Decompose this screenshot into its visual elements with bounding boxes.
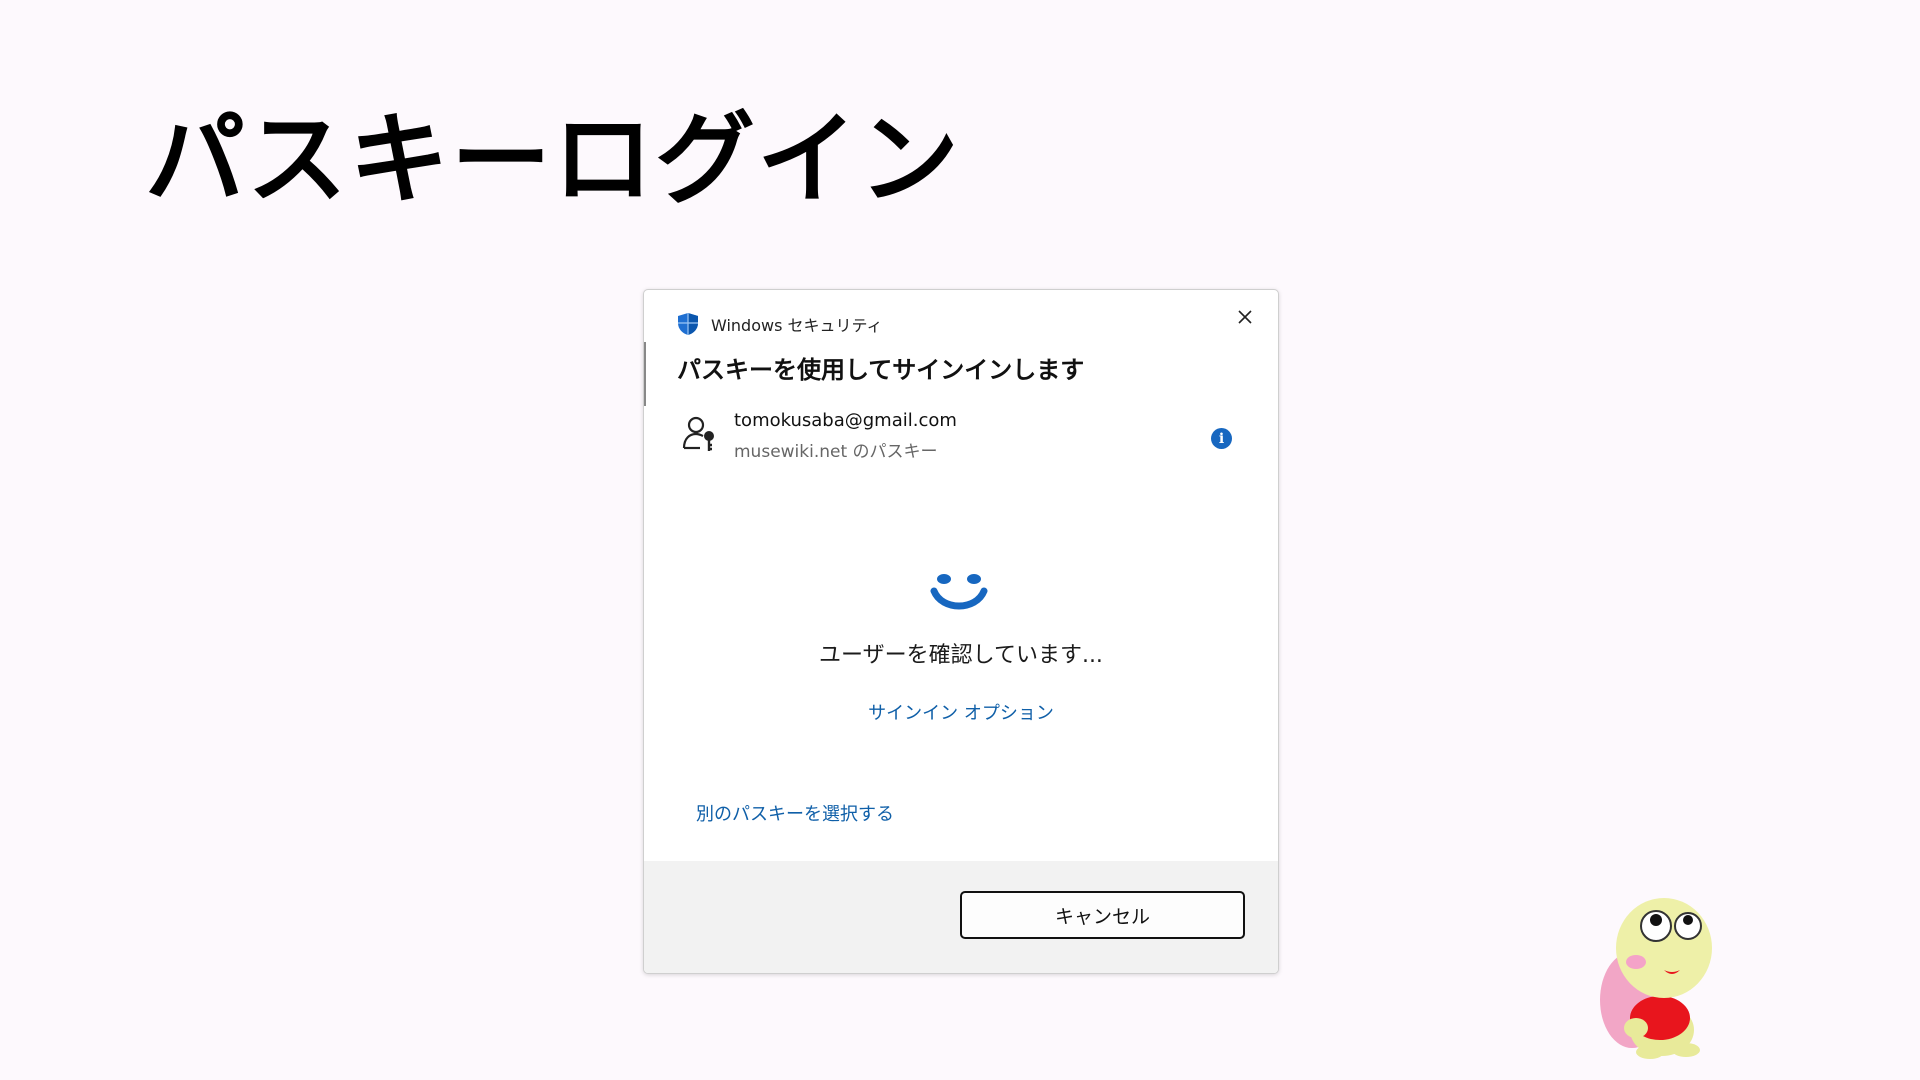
shield-icon [677, 312, 699, 336]
account-subtitle: musewiki.net のパスキー [734, 442, 938, 462]
turtle-mascot-image [1592, 890, 1722, 1064]
close-icon [1238, 310, 1252, 324]
sign-in-options-link[interactable]: サインイン オプション [644, 699, 1278, 725]
windows-security-dialog: Windows セキュリティ パスキーを使用してサインインします tomokus… [643, 289, 1279, 974]
choose-other-passkey-link[interactable]: 別のパスキーを選択する [696, 800, 894, 826]
close-button[interactable] [1230, 302, 1260, 332]
account-email: tomokusaba@gmail.com [734, 410, 957, 431]
cancel-button[interactable]: キャンセル [960, 891, 1245, 939]
dialog-header: Windows セキュリティ [677, 310, 883, 338]
info-icon[interactable]: i [1211, 428, 1232, 449]
account-row: tomokusaba@gmail.com musewiki.net のパスキー … [682, 408, 1244, 470]
windows-hello-smiley-icon [930, 573, 992, 621]
focus-accent-bar [644, 342, 646, 406]
verifying-status-text: ユーザーを確認しています... [819, 643, 1103, 668]
dialog-title: パスキーを使用してサインインします [677, 356, 1085, 384]
slide-title: パスキーログイン [145, 101, 961, 218]
key-user-icon [682, 414, 718, 458]
dialog-footer: キャンセル [644, 861, 1278, 973]
app-name: Windows セキュリティ [711, 316, 883, 335]
